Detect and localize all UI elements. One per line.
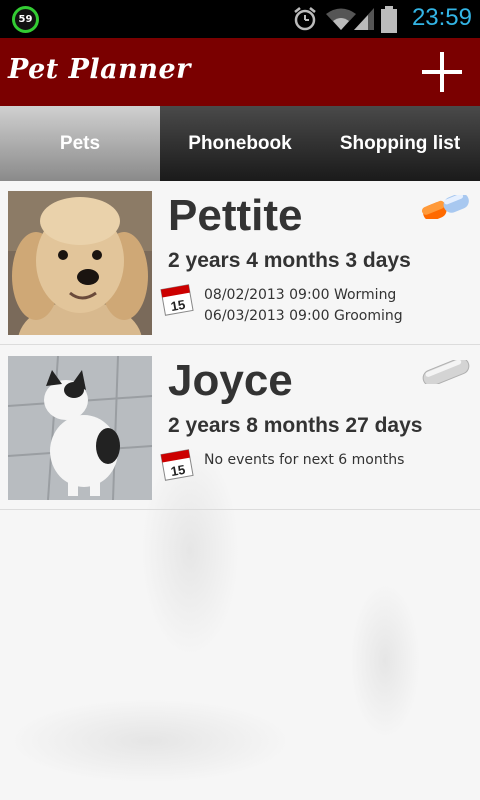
calendar-icon: 15 <box>160 284 194 316</box>
pet-list-item[interactable]: Pettite 2 years 4 months 3 days 15 08/02… <box>0 181 480 345</box>
svg-text:15: 15 <box>170 297 187 314</box>
pill-colored-icon[interactable] <box>420 195 472 219</box>
signal-icon <box>354 8 374 30</box>
notification-badge-count: 59 <box>18 14 33 25</box>
event-item: 06/03/2013 09:00 Grooming <box>204 308 403 324</box>
tab-pets[interactable]: Pets <box>0 106 160 181</box>
battery-icon <box>381 6 397 33</box>
tab-phonebook[interactable]: Phonebook <box>160 106 320 181</box>
svg-text:15: 15 <box>170 462 187 479</box>
pet-age: 2 years 4 months 3 days <box>168 249 411 272</box>
app-bar: Pet Planner <box>0 38 480 106</box>
upcoming-events: No events for next 6 months <box>204 450 404 471</box>
pet-age: 2 years 8 months 27 days <box>168 414 423 437</box>
pet-photo <box>8 191 152 335</box>
tab-bar: Pets Phonebook Shopping list <box>0 106 480 181</box>
tab-shopping-list[interactable]: Shopping list <box>320 106 480 181</box>
status-bar: 59 23:59 <box>0 0 480 38</box>
pet-name: Pettite <box>168 191 303 240</box>
event-item: 08/02/2013 09:00 Worming <box>204 287 397 303</box>
add-pet-button[interactable] <box>422 52 462 92</box>
upcoming-events: 08/02/2013 09:00 Worming 06/03/2013 09:0… <box>204 285 403 327</box>
notification-badge-icon: 59 <box>12 6 39 33</box>
alarm-icon <box>294 7 316 31</box>
pet-photo <box>8 356 152 500</box>
pet-name: Joyce <box>168 356 293 405</box>
app-title: Pet Planner <box>8 54 191 85</box>
pet-list: Pettite 2 years 4 months 3 days 15 08/02… <box>0 181 480 800</box>
event-item: No events for next 6 months <box>204 452 405 468</box>
calendar-icon: 15 <box>160 449 194 481</box>
pet-list-item[interactable]: Joyce 2 years 8 months 27 days 15 No eve… <box>0 346 480 510</box>
status-time: 23:59 <box>411 4 472 31</box>
pill-gray-icon[interactable] <box>420 360 472 384</box>
